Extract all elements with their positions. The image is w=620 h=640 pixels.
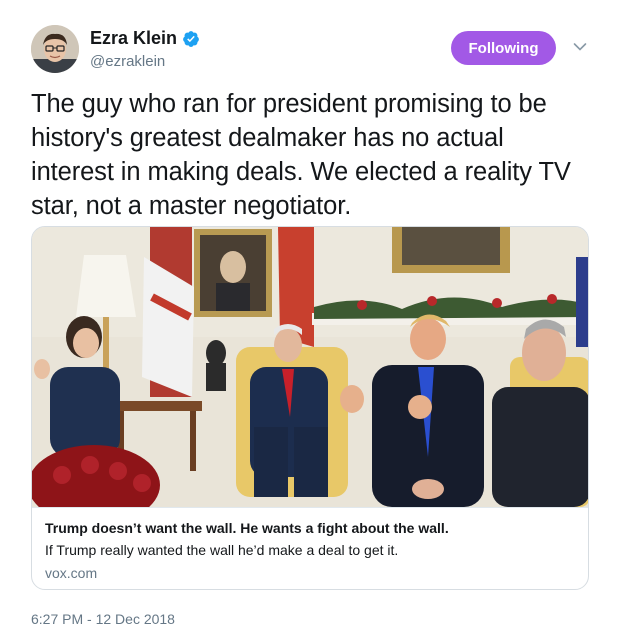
card-domain: vox.com [45,565,98,581]
card-title[interactable]: Trump doesn’t want the wall. He wants a … [45,520,575,536]
chevron-down-icon[interactable] [573,42,587,52]
tweet-timestamp[interactable]: 6:27 PM - 12 Dec 2018 [31,611,175,627]
tweet-text: The guy who ran for president promising … [31,90,571,220]
card-description: If Trump really wanted the wall he’d mak… [45,542,399,558]
card-photo[interactable] [32,227,588,507]
avatar[interactable] [31,25,79,73]
card-text-block: Trump doesn’t want the wall. He wants a … [32,507,588,581]
author-handle[interactable]: @ezraklein [90,53,165,70]
author-display-name[interactable]: Ezra Klein [90,28,177,49]
verified-badge-icon [182,30,200,48]
link-card[interactable]: Trump doesn’t want the wall. He wants a … [31,226,589,590]
author-name-row: Ezra Klein [90,28,200,49]
following-button[interactable]: Following [451,31,556,65]
